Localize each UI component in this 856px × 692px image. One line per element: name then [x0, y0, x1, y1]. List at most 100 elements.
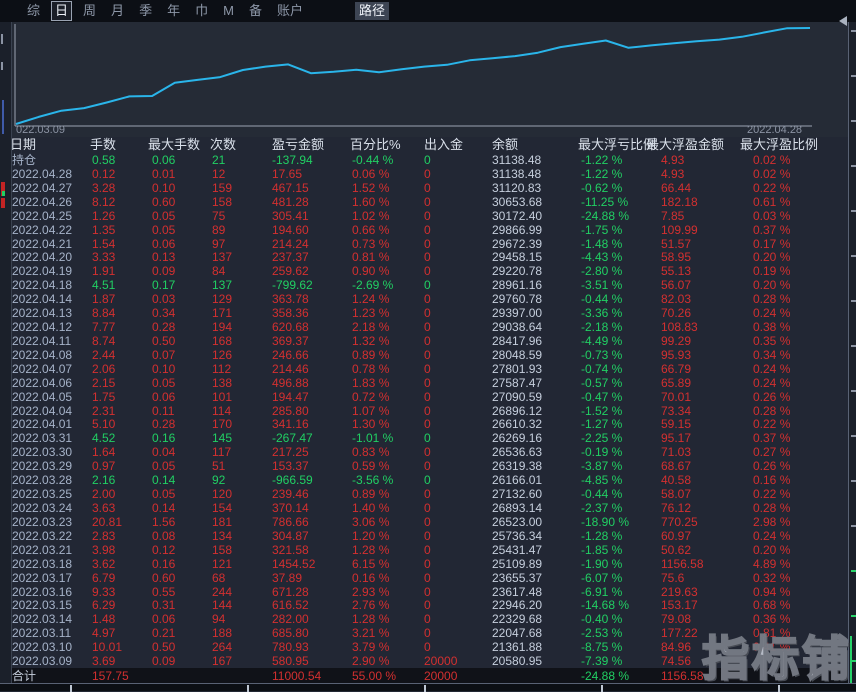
column-header-7[interactable]: 余额 — [492, 138, 518, 152]
table-row[interactable]: 2022.04.06 2.15 0.05 138 496.88 1.83 % 0 27587.… — [0, 376, 856, 390]
menu-item-0[interactable]: 综 — [24, 2, 43, 20]
cell-pct: 3.21 % — [352, 626, 390, 641]
table-row[interactable]: 2022.03.29 0.97 0.05 51 153.37 0.59 % 0 26319.3… — [0, 459, 856, 473]
cell-lots: 6.29 — [92, 598, 116, 613]
menu-item-9[interactable]: 账户 — [274, 2, 306, 20]
cell-times: 129 — [212, 292, 233, 307]
table-row[interactable]: 2022.03.15 6.29 0.31 144 616.52 2.76 % 0 22946.… — [0, 598, 856, 612]
cell-lots: 8.84 — [92, 306, 116, 321]
column-header-2[interactable]: 最大手数 — [148, 138, 200, 152]
cell-in_out: 0 — [424, 584, 431, 599]
cell-in_out: 0 — [424, 347, 431, 362]
cell-balance: 27801.93 — [492, 361, 543, 376]
cell-pnl: 496.88 — [272, 375, 309, 390]
scroll-arrow-icon[interactable] — [839, 16, 847, 26]
cell-times: 171 — [212, 306, 233, 321]
menu-item-6[interactable]: 巾 — [192, 2, 211, 20]
table-row[interactable]: 2022.04.08 2.44 0.07 126 246.66 0.89 % 0 28048.… — [0, 348, 856, 362]
cell-max_lots: 0.03 — [152, 292, 176, 307]
cell-in_out: 0 — [424, 333, 431, 348]
cell-lots: 3.62 — [92, 556, 116, 571]
table-row[interactable]: 2022.04.20 3.33 0.13 137 237.37 0.81 % 0 29458.… — [0, 250, 856, 264]
cell-in_out: 0 — [424, 153, 431, 167]
cell-balance: 31138.48 — [492, 153, 542, 167]
table-row[interactable]: 2022.03.17 6.79 0.60 68 37.89 0.16 % 0 23655.37… — [0, 571, 856, 585]
cell-pct: 0.89 % — [352, 347, 390, 362]
equity-chart-panel[interactable]: 022.03.09 2022.04.28 — [12, 22, 848, 137]
cell-max_float_profit_pct: 0.16 % — [753, 473, 791, 488]
table-row[interactable]: 2022.04.26 8.12 0.60 158 481.28 1.60 % 0 30653.… — [0, 195, 856, 209]
column-header-0[interactable]: 日期 — [10, 138, 36, 152]
menu-item-4[interactable]: 季 — [136, 2, 155, 20]
cell-lots: 1.75 — [92, 389, 116, 404]
table-row[interactable]: 持仓 0.58 0.06 21 -137.94 -0.44 % 0 31138.48 -1.22… — [0, 153, 856, 167]
table-row[interactable]: 2022.04.05 1.75 0.06 101 194.47 0.72 % 0 27090.… — [0, 390, 856, 404]
cell-date: 2022.03.23 — [12, 514, 73, 529]
table-row[interactable]: 2022.04.13 8.84 0.34 171 358.36 1.23 % 0 29397.… — [0, 306, 856, 320]
table-row[interactable]: 2022.04.25 1.26 0.05 75 305.41 1.02 % 0 30172.4… — [0, 209, 856, 223]
table-row[interactable]: 2022.03.24 3.63 0.14 154 370.14 1.40 % 0 26893.… — [0, 501, 856, 515]
column-header-6[interactable]: 出入金 — [424, 138, 463, 152]
table-row[interactable]: 2022.03.23 20.81 1.56 181 786.66 3.06 % 0 26523… — [0, 515, 856, 529]
right-panel-edge[interactable] — [848, 0, 856, 691]
timeframe-tabs: 综日周月季年巾 M 备账户 — [24, 1, 306, 21]
table-row[interactable]: 2022.04.12 7.77 0.28 194 620.68 2.18 % 0 29038.… — [0, 320, 856, 334]
cell-max_float_profit: 108.83 — [661, 320, 698, 335]
cell-max_lots: 0.14 — [152, 501, 176, 515]
table-row[interactable]: 2022.04.11 8.74 0.50 168 369.37 1.32 % 0 28417.… — [0, 334, 856, 348]
table-row[interactable]: 2022.04.19 1.91 0.09 84 259.62 0.90 % 0 29220.7… — [0, 264, 856, 278]
column-header-1[interactable]: 手数 — [90, 138, 116, 152]
table-row[interactable]: 2022.03.28 2.16 0.14 92 -966.59 -3.56 % 0 26166… — [0, 473, 856, 487]
table-row[interactable]: 2022.04.21 1.54 0.06 97 214.24 0.73 % 0 29672.3… — [0, 237, 856, 251]
table-row[interactable]: 2022.04.28 0.12 0.01 12 17.65 0.06 % 0 31138.48… — [0, 167, 856, 181]
cell-date: 2022.03.22 — [12, 528, 73, 543]
cell-lots: 7.77 — [92, 320, 116, 335]
table-row[interactable]: 2022.04.07 2.06 0.10 112 214.46 0.78 % 0 27801.… — [0, 362, 856, 376]
cell-max_float_profit_pct: 0.28 % — [753, 292, 791, 307]
cell-date: 2022.04.14 — [12, 292, 73, 307]
column-header-10[interactable]: 最大浮盈比例 — [740, 138, 818, 152]
cell-max_float_profit: 99.29 — [661, 333, 692, 348]
cell-max_lots: 0.14 — [152, 473, 176, 488]
cell-max_lots: 0.06 — [152, 389, 176, 404]
ruler-tick — [851, 480, 856, 482]
table-row[interactable]: 2022.04.18 4.51 0.17 137 -799.62 -2.69 % 0 2896… — [0, 278, 856, 292]
table-row[interactable]: 2022.03.25 2.00 0.05 120 239.46 0.89 % 0 27132.… — [0, 487, 856, 501]
cell-lots: 4.51 — [92, 278, 116, 293]
column-header-3[interactable]: 次数 — [210, 138, 236, 152]
cell-times: 92 — [212, 473, 226, 488]
menu-item-3[interactable]: 月 — [108, 2, 127, 20]
table-row[interactable]: 2022.03.16 9.33 0.55 244 671.28 2.93 % 0 23617.… — [0, 585, 856, 599]
table-row[interactable]: 2022.04.04 2.31 0.11 114 285.80 1.07 % 0 26896.… — [0, 404, 856, 418]
menu-item-1[interactable]: 日 — [51, 1, 73, 21]
path-button[interactable]: 路径 — [354, 2, 389, 20]
menu-item-8[interactable]: 备 — [246, 2, 265, 20]
menu-item-2[interactable]: 周 — [80, 2, 99, 20]
cell-balance: 25736.34 — [492, 528, 543, 543]
cell-in_out: 0 — [424, 417, 431, 432]
table-row[interactable]: 2022.03.22 2.83 0.08 134 304.87 1.20 % 0 25736.… — [0, 529, 856, 543]
table-row[interactable]: 2022.04.22 1.35 0.05 89 194.60 0.66 % 0 29866.9… — [0, 223, 856, 237]
table-row[interactable]: 2022.03.31 4.52 0.16 145 -267.47 -1.01 % 0 2626… — [0, 431, 856, 445]
table-row[interactable]: 2022.03.21 3.98 0.12 158 321.58 1.28 % 0 25431.… — [0, 543, 856, 557]
menu-item-5[interactable]: 年 — [164, 2, 183, 20]
table-row[interactable]: 2022.04.14 1.87 0.03 129 363.78 1.24 % 0 29760.… — [0, 292, 856, 306]
cell-max_float_profit: 66.44 — [661, 180, 692, 195]
cell-balance: 29760.78 — [492, 292, 543, 307]
table-row[interactable]: 2022.03.30 1.64 0.04 117 217.25 0.83 % 0 26536.… — [0, 445, 856, 459]
menu-item-7[interactable]: M — [220, 2, 237, 20]
column-header-9[interactable]: 最大浮盈金额 — [646, 138, 724, 152]
table-row[interactable]: 2022.03.18 3.62 0.16 121 1454.52 6.15 % 0 25109… — [0, 557, 856, 571]
cell-date: 2022.04.19 — [12, 264, 73, 279]
cell-pct: 2.76 % — [352, 598, 390, 613]
column-header-5[interactable]: 百分比% — [350, 138, 401, 152]
table-row[interactable]: 2022.04.01 5.10 0.28 170 341.16 1.30 % 0 26610.… — [0, 417, 856, 431]
cell-balance: 31120.83 — [492, 180, 542, 195]
table-row[interactable]: 2022.04.27 3.28 0.10 159 467.15 1.52 % 0 31120.… — [0, 181, 856, 195]
column-header-4[interactable]: 盈亏金额 — [272, 138, 324, 152]
cell-max_float_profit: 1156.58 — [661, 556, 704, 571]
column-header-8[interactable]: 最大浮亏比例 — [578, 138, 656, 152]
cell-in_out: 0 — [424, 459, 431, 474]
x-axis-start-label: 022.03.09 — [16, 124, 65, 136]
cell-times: 112 — [212, 361, 232, 376]
